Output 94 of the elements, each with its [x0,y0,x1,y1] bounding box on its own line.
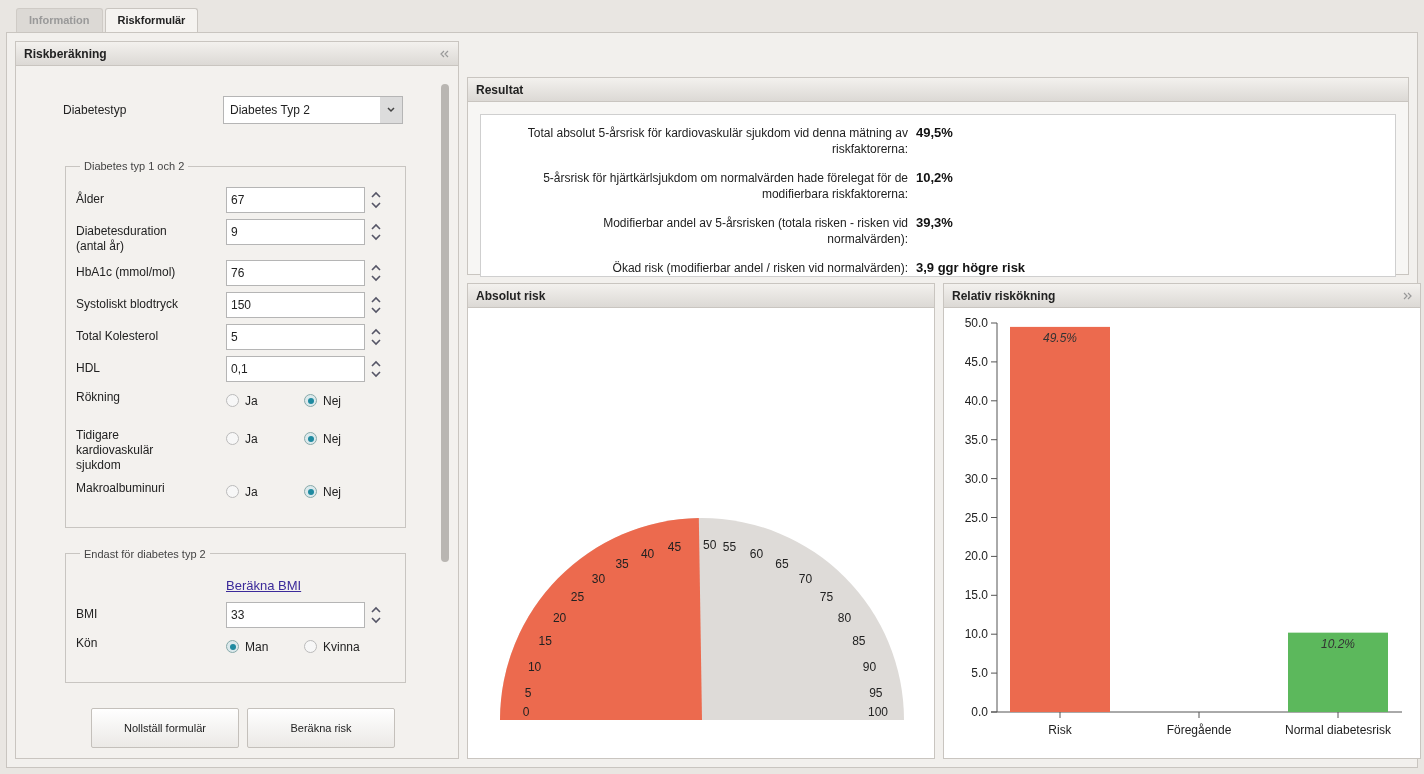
form-button[interactable]: Beräkna risk [247,708,395,748]
field-label: Makroalbuminuri [76,479,166,496]
radio-option[interactable]: Nej [304,482,382,501]
gauge-tick-label: 100 [868,705,888,719]
axis-tick-label: 25.0 [964,510,988,525]
bar-value-label: 10.2% [1321,636,1355,651]
radio-button[interactable] [304,432,317,445]
result-label: 5-årsrisk för hjärtkärlsjukdom om normalvärden hade förelegat för de modifierbara riskfaktorerna: [542,170,908,202]
gauge-tick-label: 95 [869,686,883,701]
gauge-tick-label: 15 [538,634,552,649]
radio-button[interactable] [226,640,239,653]
axis-tick-label: 35.0 [964,432,988,447]
expand-icon[interactable] [1402,291,1412,300]
field-label: HDL [76,359,101,376]
number-field[interactable]: 76 [226,259,365,286]
panel-title: Absolut risk [476,287,546,305]
field-label: Diabetesduration (antal år) [76,222,168,254]
number-field[interactable]: 33 [226,601,365,628]
field-label: Total Kolesterol [76,327,160,344]
radio-button[interactable] [226,485,239,498]
form-button[interactable]: Nollställ formulär [91,708,239,748]
radio-button[interactable] [304,485,317,498]
axis-tick-label: 50.0 [964,316,988,330]
gauge-tick-label: 20 [552,610,567,625]
gauge-tick-label: 50 [703,538,717,552]
gauge-tick-label: 85 [852,634,866,649]
category-label: Risk [1048,723,1072,737]
panel-title: Relativ riskökning [952,287,1056,305]
panel-title: Resultat [476,81,524,99]
number-field[interactable]: 9 [226,218,365,245]
gauge-tick-label: 0 [522,705,530,719]
result-value: 10,2% [915,170,953,187]
tab[interactable]: Riskformulär [104,8,199,32]
gauge-tick-label: 40 [640,546,655,561]
axis-tick-label: 15.0 [964,588,988,603]
result-value: 39,3% [915,215,953,232]
panel-title: Riskberäkning [24,45,107,63]
result-value: 3,9 ggr högre risk [915,260,1026,276]
gauge-tick-label: 75 [819,589,834,604]
radio-button[interactable] [226,432,239,445]
gauge-tick-label: 65 [775,557,789,572]
bar-value-label: 49.5% [1043,330,1077,345]
result-label: Total absolut 5-årsrisk för kardiovaskulär sjukdom vid denna mätning av riskfaktorerna: [526,125,908,157]
axis-tick-label: 0.0 [971,705,988,719]
field-label: Tidigare kardiovaskulär sjukdom [76,426,155,473]
field-label: Diabetestyp [63,102,128,119]
gauge-tick-label: 70 [798,571,813,586]
gauge-tick-label: 30 [591,571,606,586]
radio-option[interactable]: Ja [226,429,304,448]
field-label: Rökning [76,388,122,405]
gauge-tick-label: 25 [570,589,585,604]
radio-button[interactable] [304,394,317,407]
axis-tick-label: 5.0 [971,666,988,681]
fieldset-legend: Endast för diabetes typ 2 [80,545,210,562]
gauge-tick-label: 45 [667,540,682,555]
result-label: Ökad risk (modifierbar andel / risken vid normalvärden): [611,260,908,276]
axis-tick-label: 20.0 [964,549,988,564]
axis-tick-label: 30.0 [964,471,988,486]
field-label: Systoliskt blodtryck [76,295,180,312]
axis-tick-label: 10.0 [964,627,988,642]
gauge-tick-label: 80 [837,610,852,625]
gauge-tick-label: 35 [615,557,629,572]
field-label: HbA1c (mmol/mol) [76,263,177,280]
number-field[interactable]: 0,1 [226,355,365,382]
radio-option[interactable]: Nej [304,391,382,410]
field-label: Kön [76,634,99,651]
caret-icon [387,107,395,113]
field-label: Ålder [76,190,105,207]
axis-tick-label: 45.0 [964,354,988,369]
radio-button[interactable] [304,640,317,653]
result-label: Modifierbar andel av 5-årsrisken (totala risken - risken vid normalvärden): [602,215,908,247]
gauge-tick-label: 10 [527,659,542,674]
gauge-tick-label: 5 [524,686,532,701]
radio-option[interactable]: Nej [304,429,382,448]
radio-option[interactable]: Ja [226,391,304,410]
radio-option[interactable]: Man [226,637,304,656]
number-field[interactable]: 5 [226,323,365,350]
axis-tick-label: 40.0 [964,393,988,408]
number-field[interactable]: 150 [226,291,365,318]
fieldset-legend: Diabetes typ 1 och 2 [80,158,189,175]
field-label: BMI [76,605,99,622]
select-field[interactable]: Diabetes Typ 2 [223,96,403,124]
radio-button[interactable] [226,394,239,407]
collapse-icon[interactable] [440,49,450,58]
gauge-tick-label: 90 [862,659,877,674]
link[interactable]: Beräkna BMI [226,576,302,596]
category-label: Föregående [1166,723,1232,737]
radio-option[interactable]: Ja [226,482,304,501]
gauge-tick-label: 55 [722,540,737,555]
category-label: Normal diabetesrisk [1285,723,1391,737]
gauge-tick-label: 60 [749,546,764,561]
radio-option[interactable]: Kvinna [304,637,382,656]
number-field[interactable]: 67 [226,186,365,213]
result-value: 49,5% [915,125,953,142]
